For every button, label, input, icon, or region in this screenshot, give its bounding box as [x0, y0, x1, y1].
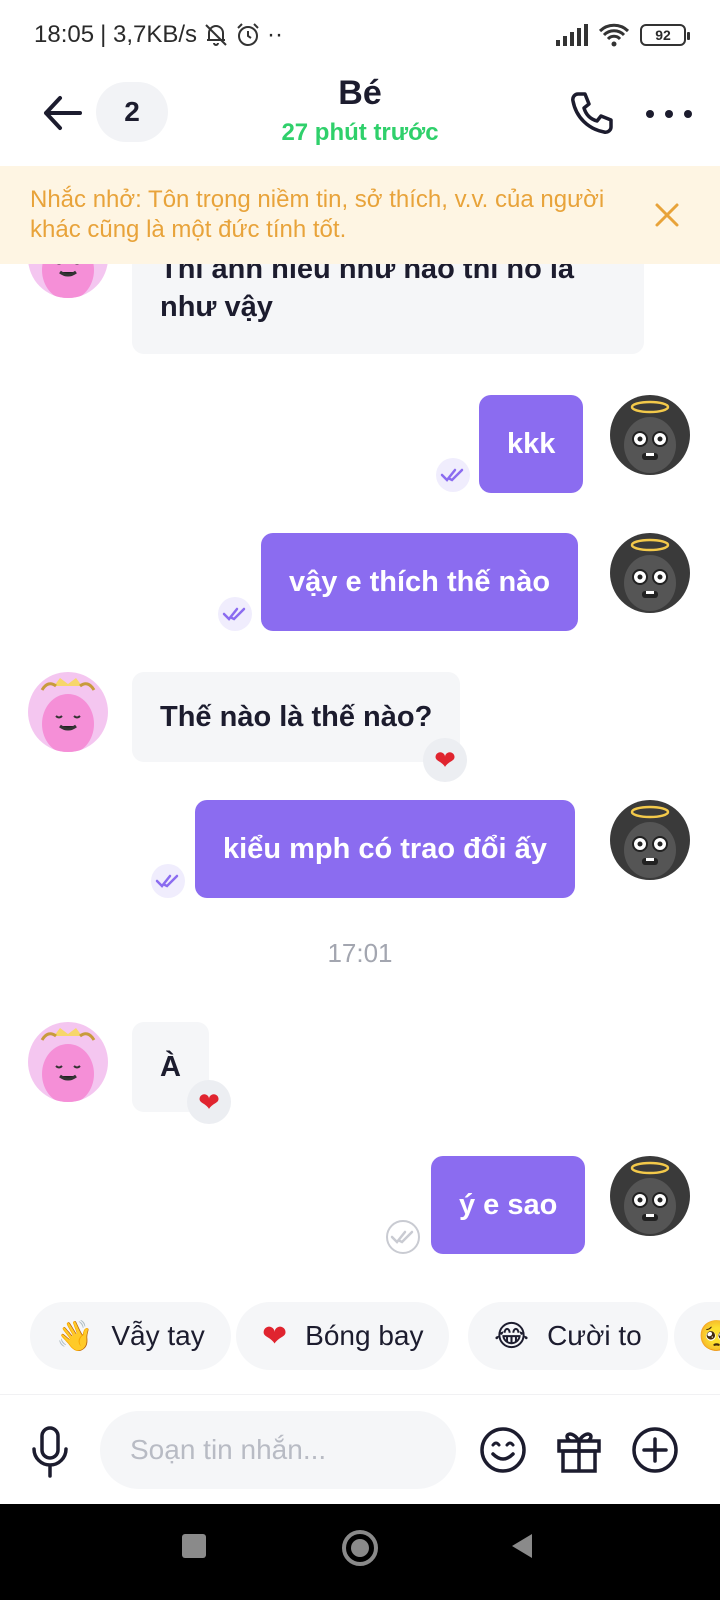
recent-apps-icon[interactable] — [180, 1532, 208, 1560]
message-text: Thì anh hiểu như nào thì nó là như vậy — [160, 264, 575, 323]
contact-name[interactable]: Bé — [160, 74, 560, 113]
message-text: vậy e thích thế nào — [289, 566, 551, 598]
my-avatar[interactable] — [610, 1156, 690, 1236]
emoji-icon[interactable] — [478, 1425, 528, 1475]
back-arrow-icon[interactable] — [38, 88, 88, 138]
time-separator: 17:01 — [327, 938, 393, 968]
more-options-button[interactable] — [646, 94, 692, 134]
message-input[interactable] — [100, 1411, 456, 1489]
quick-reply-pleading[interactable]: 🥺 — [674, 1302, 720, 1370]
my-avatar[interactable] — [610, 395, 690, 475]
close-icon[interactable] — [654, 202, 680, 228]
status-right: 92 — [556, 23, 690, 47]
message-bubble-incoming[interactable]: Thế nào là thế nào? — [132, 672, 461, 762]
alarm-icon — [237, 23, 259, 46]
contact-avatar[interactable] — [28, 672, 108, 752]
unread-count-badge[interactable]: 2 — [96, 82, 168, 142]
message-text: Thế nào là thế nào? — [160, 701, 433, 733]
contact-avatar[interactable] — [28, 264, 108, 298]
quick-reply-label: Bóng bay — [305, 1320, 424, 1351]
wave-icon: 👋 — [56, 1318, 94, 1354]
add-icon[interactable] — [630, 1425, 680, 1475]
title-block: Bé 27 phút trước — [160, 74, 560, 147]
quick-reply-balloon[interactable]: ❤ Bóng bay — [236, 1302, 450, 1370]
message-bubble-outgoing[interactable]: vậy e thích thế nào — [261, 533, 579, 631]
composer-bar — [0, 1394, 720, 1504]
reminder-banner: Nhắc nhở: Tôn trọng niềm tin, sở thích, … — [0, 166, 720, 264]
message-text: À — [160, 1051, 181, 1083]
pleading-face-icon: 🥺 — [698, 1318, 720, 1354]
message-text: kiểu mph có trao đổi ấy — [223, 833, 547, 865]
clock: 18:05 — [34, 21, 95, 48]
quick-reply-laugh[interactable]: 😂 Cười to — [468, 1302, 668, 1370]
my-avatar[interactable] — [610, 800, 690, 880]
message-bubble-outgoing[interactable]: kiểu mph có trao đổi ấy — [195, 800, 575, 898]
network-speed: | 3,7KB/s — [100, 21, 198, 48]
my-avatar[interactable] — [610, 533, 690, 613]
read-receipt-icon — [436, 458, 470, 492]
status-left: 18:05 | 3,7KB/s ·· — [34, 21, 283, 49]
heart-icon: ❤ — [262, 1318, 288, 1354]
message-bubble-incoming[interactable]: Thì anh hiểu như nào thì nó là như vậy — [132, 264, 644, 354]
back-triangle-icon[interactable] — [508, 1532, 536, 1560]
microphone-icon[interactable] — [26, 1425, 74, 1479]
quick-reply-row[interactable]: 👋 Vẫy tay ❤ Bóng bay 😂 Cười to 🥺 — [0, 1302, 720, 1374]
bell-muted-icon — [205, 24, 227, 46]
chat-header: 2 Bé 27 phút trước — [0, 70, 720, 166]
contact-avatar[interactable] — [28, 1022, 108, 1102]
delivered-receipt-icon — [386, 1220, 420, 1254]
last-seen-status: 27 phút trước — [281, 119, 439, 146]
gift-icon[interactable] — [554, 1425, 604, 1475]
quick-reply-label: Cười to — [547, 1320, 642, 1351]
heart-reaction-icon[interactable]: ❤ — [423, 738, 467, 782]
wifi-icon — [598, 23, 630, 47]
message-bubble-outgoing[interactable]: ý e sao — [431, 1156, 586, 1254]
message-text: ý e sao — [459, 1189, 558, 1221]
phone-icon[interactable] — [566, 88, 616, 138]
read-receipt-icon — [218, 597, 252, 631]
system-nav-bar — [0, 1504, 720, 1600]
status-bar: 18:05 | 3,7KB/s ·· 92 — [0, 0, 720, 70]
battery-icon: 92 — [640, 24, 690, 46]
quick-reply-label: Vẫy tay — [111, 1320, 205, 1351]
notification-dots: ·· — [267, 21, 283, 48]
message-list[interactable]: Thì anh hiểu như nào thì nó là như vậy k… — [0, 264, 720, 1286]
home-icon[interactable] — [340, 1528, 380, 1568]
message-text: kkk — [507, 428, 556, 460]
battery-level: 92 — [655, 27, 671, 43]
reminder-text: Nhắc nhở: Tôn trọng niềm tin, sở thích, … — [30, 186, 605, 243]
signal-icon — [556, 24, 588, 46]
message-bubble-outgoing[interactable]: kkk — [479, 395, 584, 493]
quick-reply-wave[interactable]: 👋 Vẫy tay — [30, 1302, 231, 1370]
laughing-face-icon: 😂 — [494, 1318, 530, 1354]
read-receipt-icon — [151, 864, 185, 898]
heart-reaction-icon[interactable]: ❤ — [187, 1080, 231, 1124]
